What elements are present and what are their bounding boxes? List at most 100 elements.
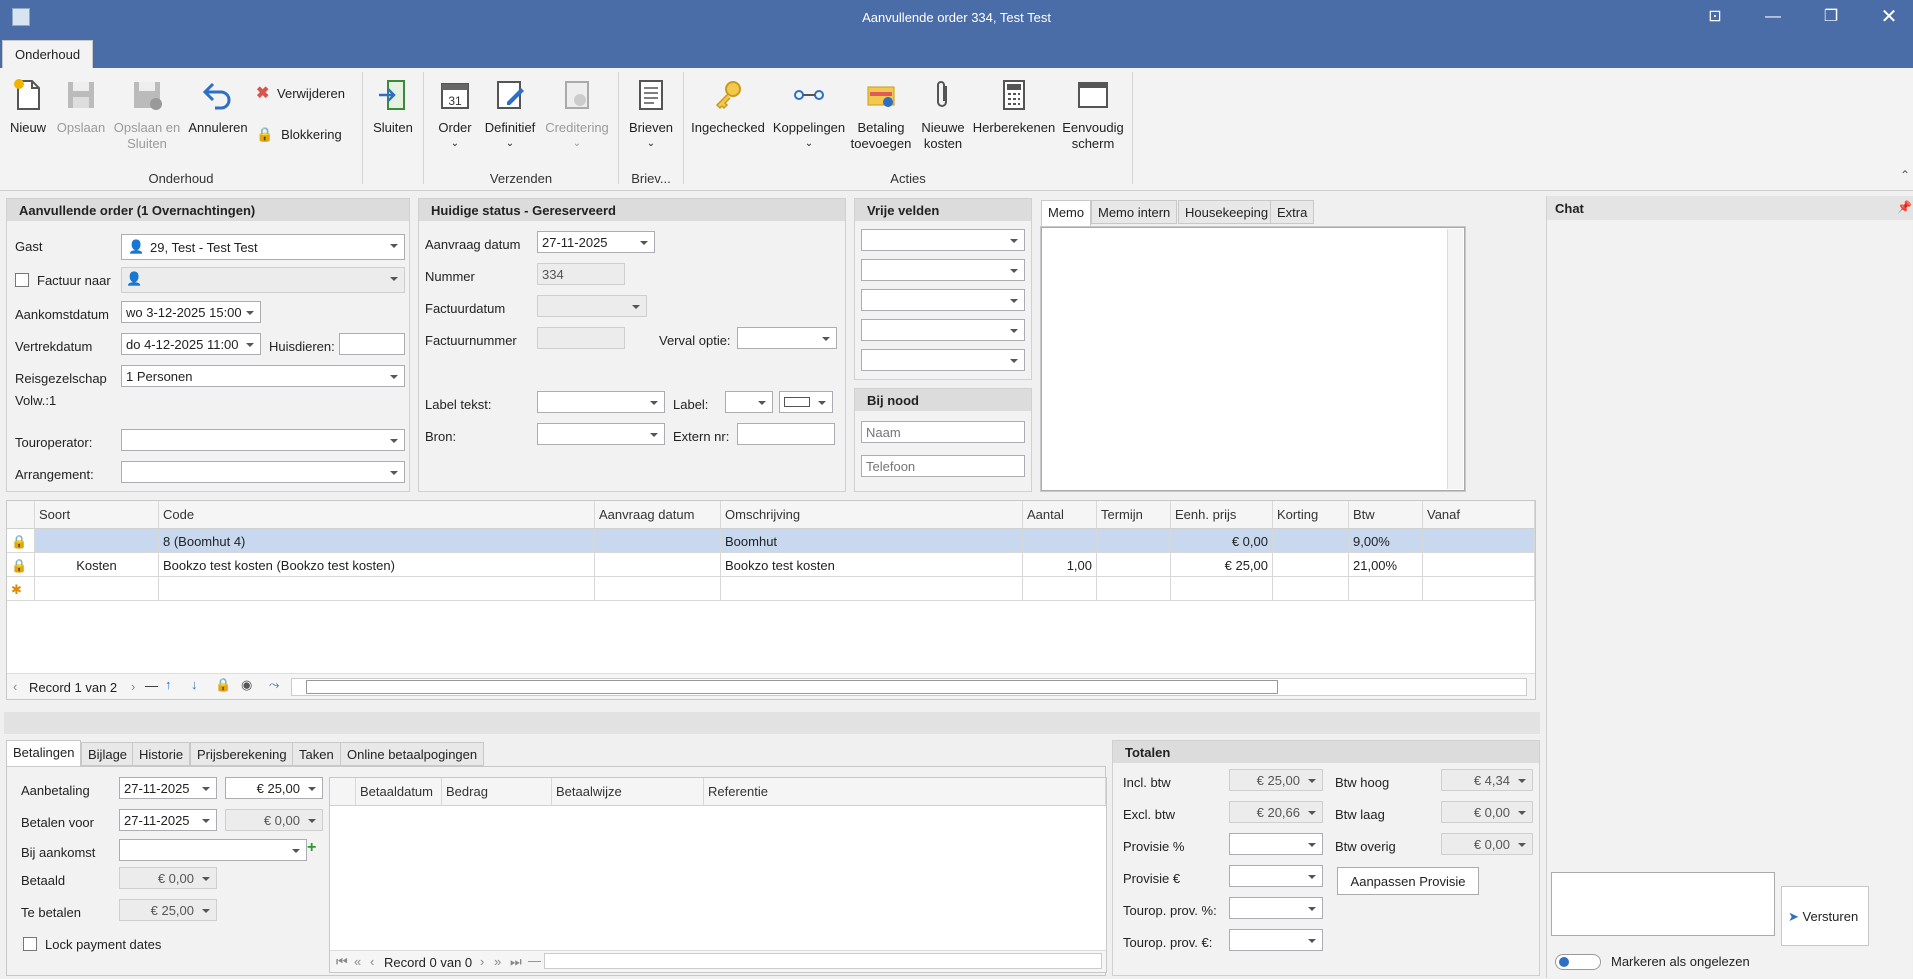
nood-telefoon-input[interactable] xyxy=(861,455,1025,477)
order-button[interactable]: 31 Order ⌄ xyxy=(430,78,480,152)
collapse-ribbon-icon[interactable]: ⌃ xyxy=(1900,168,1910,182)
eenvoudig-scherm-button[interactable]: Eenvoudig scherm xyxy=(1060,78,1126,152)
huisdieren-field[interactable] xyxy=(339,333,405,355)
memo-scrollbar[interactable] xyxy=(1447,229,1463,489)
extern-nr-field[interactable] xyxy=(737,423,835,445)
scrollbar-thumb[interactable] xyxy=(306,680,1278,694)
col-termijn[interactable]: Termijn xyxy=(1097,501,1171,529)
label-field[interactable] xyxy=(725,391,773,413)
tourop-prov-eur-field[interactable] xyxy=(1229,929,1323,951)
col-aanvraag-datum[interactable]: Aanvraag datum xyxy=(595,501,721,529)
factuur-naar-field[interactable]: 👤 xyxy=(121,267,405,293)
factuur-naar-checkbox[interactable] xyxy=(15,273,29,287)
minimize-button[interactable]: — xyxy=(1758,6,1788,28)
vrij-veld-2[interactable] xyxy=(861,259,1025,281)
nood-naam-input[interactable] xyxy=(861,421,1025,443)
vrij-veld-5[interactable] xyxy=(861,349,1025,371)
view-icon[interactable]: ◉ xyxy=(241,677,252,693)
lock-record-icon[interactable]: 🔒 xyxy=(215,677,231,693)
verval-optie-field[interactable] xyxy=(737,327,837,349)
gast-field[interactable]: 👤 29, Test - Test Test xyxy=(121,234,405,260)
label-tekst-field[interactable] xyxy=(537,391,665,413)
split-icon[interactable]: ⤳ xyxy=(269,677,279,693)
factuurdatum-field[interactable] xyxy=(537,295,647,317)
betalen-voor-date-field[interactable]: 27-11-2025 xyxy=(119,809,217,831)
horizontal-scrollbar[interactable] xyxy=(291,678,1527,696)
sluiten-button[interactable]: Sluiten xyxy=(368,78,418,136)
aankomst-field[interactable]: wo 3-12-2025 15:00 xyxy=(121,301,261,323)
col-aantal[interactable]: Aantal xyxy=(1023,501,1097,529)
payments-scrollbar[interactable] xyxy=(544,953,1102,969)
provisie-eur-field[interactable] xyxy=(1229,865,1323,887)
close-button[interactable]: ✕ xyxy=(1874,6,1904,28)
col-vanaf[interactable]: Vanaf xyxy=(1423,501,1535,529)
col-referentie[interactable]: Referentie xyxy=(704,778,1106,806)
aanpassen-provisie-button[interactable]: Aanpassen Provisie xyxy=(1337,867,1479,895)
nieuw-button[interactable]: Nieuw xyxy=(6,78,50,136)
pin-icon[interactable]: 📌 xyxy=(1897,200,1912,214)
tab-online-betaalpogingen[interactable]: Online betaalpogingen xyxy=(340,742,485,766)
aanbetaling-date-field[interactable]: 27-11-2025 xyxy=(119,777,217,799)
opslaan-button[interactable]: Opslaan xyxy=(56,78,106,136)
tab-housekeeping[interactable]: Housekeeping xyxy=(1178,200,1276,224)
reisgezelschap-field[interactable]: 1 Personen xyxy=(121,365,405,387)
ingechecked-button[interactable]: Ingechecked xyxy=(688,78,768,136)
blokkering-button[interactable]: 🔒 Blokkering xyxy=(256,126,356,143)
table-row[interactable]: Kosten xyxy=(35,553,159,577)
move-down-icon[interactable]: ↓ xyxy=(191,677,198,692)
betaling-toevoegen-button[interactable]: Betaling toevoegen xyxy=(848,78,914,152)
delete-record-icon[interactable]: — xyxy=(528,953,541,968)
unread-toggle[interactable] xyxy=(1555,954,1601,970)
tab-onderhoud[interactable]: Onderhoud xyxy=(2,40,94,68)
tab-memo[interactable]: Memo xyxy=(1041,200,1092,226)
next-record-icon[interactable]: › xyxy=(480,954,484,969)
nieuwe-kosten-button[interactable]: Nieuwe kosten xyxy=(916,78,970,152)
first-record-icon[interactable]: ⏮ xyxy=(336,954,348,970)
lock-payment-dates-checkbox[interactable] xyxy=(23,937,37,951)
next-record-icon[interactable]: › xyxy=(131,679,135,694)
prev-record-icon[interactable]: ‹ xyxy=(370,954,374,969)
vrij-veld-3[interactable] xyxy=(861,289,1025,311)
vrij-veld-4[interactable] xyxy=(861,319,1025,341)
prev-record-icon[interactable]: ‹ xyxy=(13,679,17,694)
col-betaaldatum[interactable]: Betaaldatum xyxy=(356,778,442,806)
vertrek-field[interactable]: do 4-12-2025 11:00 xyxy=(121,333,261,355)
annuleren-button[interactable]: Annuleren xyxy=(186,78,250,136)
arrangement-field[interactable] xyxy=(121,461,405,483)
verwijderen-button[interactable]: ✖ Verwijderen xyxy=(256,86,356,102)
splitter-bar[interactable] xyxy=(4,712,1540,734)
tab-prijsberekening[interactable]: Prijsberekening xyxy=(190,742,294,766)
tab-betalingen[interactable]: Betalingen xyxy=(6,740,82,766)
creditering-button[interactable]: Creditering ⌄ xyxy=(542,78,612,152)
aanvraag-datum-field[interactable]: 27-11-2025 xyxy=(537,231,655,253)
tab-historie[interactable]: Historie xyxy=(132,742,191,766)
col-soort[interactable]: Soort xyxy=(35,501,159,529)
touroperator-field[interactable] xyxy=(121,429,405,451)
restore-button[interactable]: ❐ xyxy=(1816,6,1846,28)
new-row[interactable] xyxy=(35,577,159,601)
delete-record-icon[interactable]: — xyxy=(145,678,158,693)
last-record-icon[interactable]: ⏭ xyxy=(510,954,522,970)
col-omschrijving[interactable]: Omschrijving xyxy=(721,501,1023,529)
opslaan-sluiten-button[interactable]: Opslaan en Sluiten xyxy=(112,78,182,152)
col-code[interactable]: Code xyxy=(159,501,595,529)
col-korting[interactable]: Korting xyxy=(1273,501,1349,529)
chat-message-input[interactable] xyxy=(1551,872,1775,936)
bron-field[interactable] xyxy=(537,423,665,445)
label-color-field[interactable] xyxy=(779,391,833,413)
koppelingen-button[interactable]: Koppelingen ⌄ xyxy=(772,78,846,152)
tab-bijlage[interactable]: Bijlage xyxy=(81,742,135,766)
brieven-button[interactable]: Brieven ⌄ xyxy=(624,78,678,152)
versturen-button[interactable]: ➤ Versturen xyxy=(1781,886,1869,946)
col-betaalwijze[interactable]: Betaalwijze xyxy=(552,778,704,806)
prev-page-icon[interactable]: « xyxy=(354,954,361,969)
col-eenh-prijs[interactable]: Eenh. prijs xyxy=(1171,501,1273,529)
pin-window-icon[interactable]: ⊡ xyxy=(1700,6,1730,28)
tourop-prov-pct-field[interactable] xyxy=(1229,897,1323,919)
memo-textarea[interactable] xyxy=(1041,227,1465,491)
add-icon[interactable]: + xyxy=(307,839,316,857)
move-up-icon[interactable]: ↑ xyxy=(165,677,172,692)
vrij-veld-1[interactable] xyxy=(861,229,1025,251)
betalen-voor-amount-field[interactable]: € 0,00 xyxy=(225,809,323,831)
col-bedrag[interactable]: Bedrag xyxy=(442,778,552,806)
